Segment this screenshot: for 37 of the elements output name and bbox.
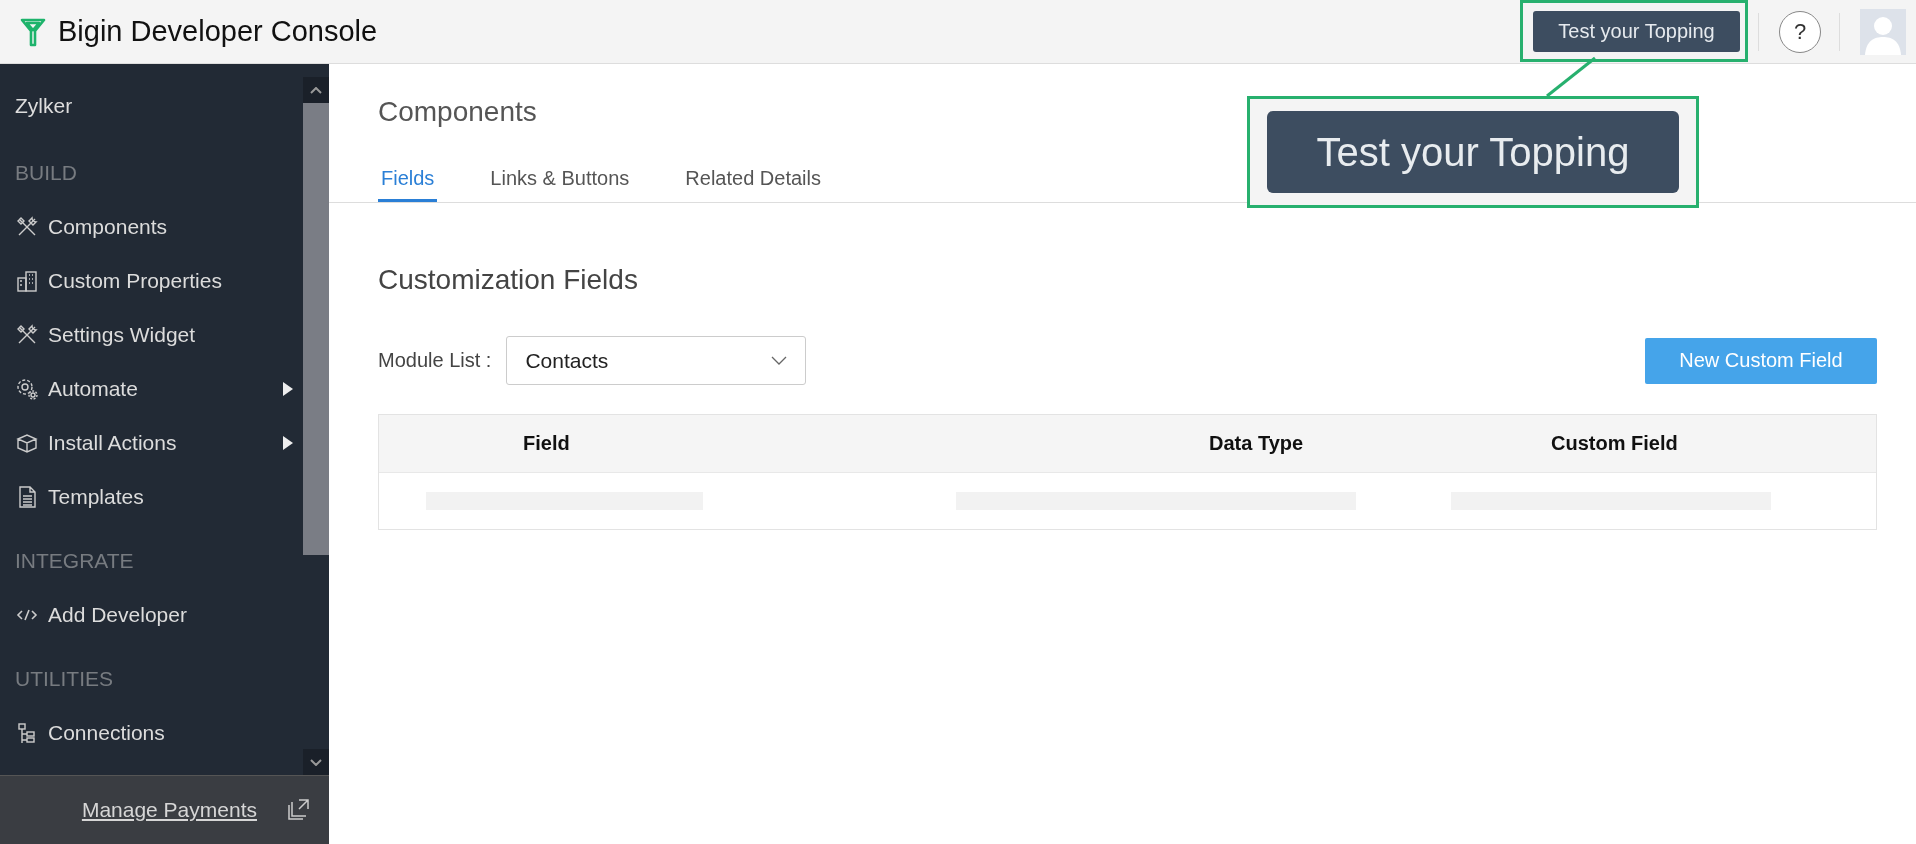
- sidebar-item[interactable]: Install Actions: [15, 431, 260, 455]
- avatar-icon: [1860, 8, 1906, 55]
- tab[interactable]: Fields: [378, 167, 438, 202]
- column-header: Field: [522, 432, 571, 455]
- scroll-down-icon: [310, 758, 322, 766]
- sidebar-item[interactable]: Settings Widget: [15, 323, 260, 347]
- section-title: Customization Fields: [378, 264, 639, 296]
- module-select[interactable]: Contacts: [506, 336, 807, 385]
- menu-item-icon: [15, 269, 39, 293]
- scroll-up-icon: [310, 86, 322, 94]
- field-label: Module List :: [378, 349, 492, 372]
- sidebar-item[interactable]: Add Developer: [15, 603, 260, 627]
- menu-item-icon: [15, 377, 39, 401]
- help-button[interactable]: ?: [1779, 10, 1821, 53]
- tab[interactable]: Related Details: [682, 167, 824, 202]
- tab[interactable]: Links & Buttons: [487, 167, 633, 202]
- section-heading: UTILITIES: [15, 666, 115, 692]
- sidebar-item[interactable]: Automate: [15, 377, 260, 401]
- section-heading: INTEGRATE: [15, 548, 135, 574]
- manage-payments-link[interactable]: Manage Payments: [81, 798, 257, 822]
- logo-icon: [20, 16, 46, 47]
- test-button[interactable]: Test your Topping: [1533, 11, 1740, 52]
- sidebar-item[interactable]: Custom Properties: [15, 269, 260, 293]
- column-header: Custom Field: [1550, 432, 1679, 455]
- section-heading: BUILD: [15, 160, 78, 186]
- page-title: Components: [378, 96, 538, 129]
- sidebar-item[interactable]: Components: [15, 215, 260, 239]
- org-name: Zylker: [15, 93, 74, 119]
- app-title: Bigin Developer Console: [58, 15, 378, 48]
- menu-item-icon: [15, 431, 39, 455]
- column-header: Data Type: [1208, 432, 1305, 455]
- magnified-label: Test your Topping: [1267, 111, 1679, 193]
- sidebar-item[interactable]: Templates: [15, 485, 260, 509]
- chevron-down-icon: [771, 355, 788, 366]
- external-link-icon: [285, 797, 311, 823]
- scrollbar[interactable]: [303, 77, 329, 775]
- sidebar-item[interactable]: Connections: [15, 721, 260, 745]
